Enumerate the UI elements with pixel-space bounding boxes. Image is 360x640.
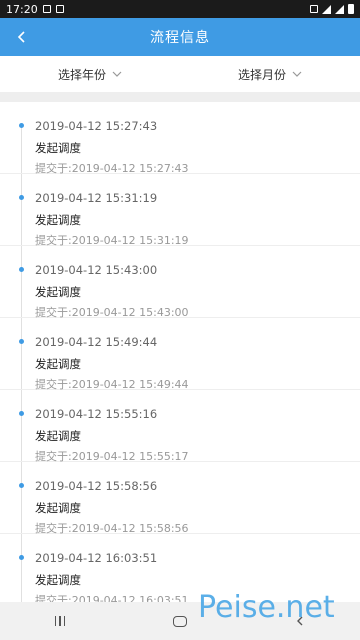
back-button[interactable] <box>8 18 36 56</box>
app-bar: 流程信息 <box>0 18 360 56</box>
record-submitted: 提交于:2019-04-12 16:03:51 <box>35 594 189 602</box>
timeline-dot <box>19 123 24 128</box>
timeline-item[interactable]: 2019-04-12 15:49:44 发起调度 提交于:2019-04-12 … <box>0 318 360 391</box>
timeline-dot <box>19 555 24 560</box>
recent-apps-icon <box>54 616 66 626</box>
timeline-dot <box>19 339 24 344</box>
page-title: 流程信息 <box>150 30 210 46</box>
watermark-logo: Peise.net <box>198 590 335 625</box>
record-action: 发起调度 <box>35 501 81 515</box>
timeline-item[interactable]: 2019-04-12 15:31:19 发起调度 提交于:2019-04-12 … <box>0 174 360 247</box>
record-action: 发起调度 <box>35 285 81 299</box>
record-action: 发起调度 <box>35 141 81 155</box>
record-action: 发起调度 <box>35 573 81 587</box>
record-time: 2019-04-12 15:49:44 <box>35 335 158 349</box>
year-select-label: 选择年份 <box>57 67 106 82</box>
record-time: 2019-04-12 15:27:43 <box>35 119 158 133</box>
record-time: 2019-04-12 16:03:51 <box>35 551 158 565</box>
record-time: 2019-04-12 15:55:16 <box>35 407 158 421</box>
timeline-item[interactable]: 2019-04-12 15:58:56 发起调度 提交于:2019-04-12 … <box>0 462 360 535</box>
signal-icon <box>335 4 344 14</box>
clipboard-notification-icon <box>55 5 64 13</box>
month-select[interactable]: 选择月份 <box>180 66 360 83</box>
timeline-dot <box>19 411 24 416</box>
record-time: 2019-04-12 15:58:56 <box>35 479 158 493</box>
filter-bar: 选择年份 选择月份 <box>0 56 360 92</box>
record-action: 发起调度 <box>35 357 81 371</box>
alarm-icon <box>310 5 318 13</box>
timeline-dot <box>19 267 24 272</box>
timeline-list[interactable]: 2019-04-12 15:27:43 发起调度 提交于:2019-04-12 … <box>0 102 360 602</box>
timeline-item[interactable]: 2019-04-12 15:27:43 发起调度 提交于:2019-04-12 … <box>0 102 360 175</box>
wifi-icon <box>322 4 331 14</box>
home-icon <box>173 615 187 627</box>
battery-icon <box>348 4 354 14</box>
record-time: 2019-04-12 15:43:00 <box>35 263 158 277</box>
timeline-dot <box>19 483 24 488</box>
chevron-left-icon <box>17 31 25 43</box>
recent-apps-button[interactable] <box>40 602 80 640</box>
image-notification-icon <box>42 5 51 13</box>
record-time: 2019-04-12 15:31:19 <box>35 191 158 205</box>
record-action: 发起调度 <box>35 213 81 227</box>
home-button[interactable] <box>160 602 200 640</box>
timeline-item[interactable]: 2019-04-12 15:55:16 发起调度 提交于:2019-04-12 … <box>0 390 360 463</box>
status-bar: 17:20 <box>0 0 360 18</box>
status-time: 17:20 <box>6 2 38 16</box>
month-select-label: 选择月份 <box>237 67 286 82</box>
timeline-item[interactable]: 2019-04-12 15:43:00 发起调度 提交于:2019-04-12 … <box>0 246 360 319</box>
record-action: 发起调度 <box>35 429 81 443</box>
section-divider <box>0 92 360 102</box>
timeline-dot <box>19 195 24 200</box>
chevron-down-icon <box>112 71 122 77</box>
chevron-down-icon <box>292 71 302 77</box>
year-select[interactable]: 选择年份 <box>0 66 180 83</box>
